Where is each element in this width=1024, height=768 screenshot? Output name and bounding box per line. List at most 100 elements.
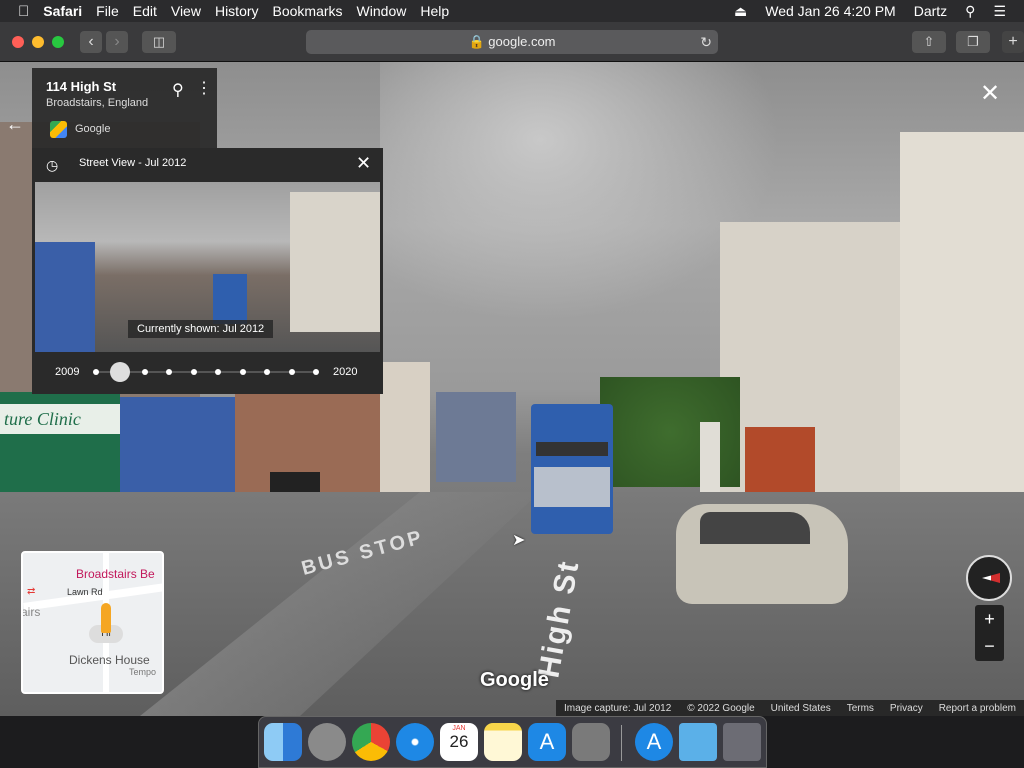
street-view-time-panel: ◷ Street View - Jul 2012 ✕ Currently sho… (32, 148, 383, 394)
timeline-slider[interactable] (93, 362, 319, 382)
mouse-cursor-icon: ➤ (512, 532, 526, 549)
place-subtitle: Broadstairs, England (46, 97, 149, 109)
compass-icon[interactable] (966, 555, 1012, 601)
timeline-tick[interactable] (239, 369, 246, 375)
google-maps-icon (50, 121, 67, 138)
calendar-month: JAN (452, 725, 466, 732)
timeline-tick[interactable] (190, 369, 197, 375)
timeline-handle[interactable] (110, 362, 131, 382)
minimap[interactable]: Broadstairs Be Lawn Rd airs ⇄ Hi Dickens… (21, 551, 164, 694)
war-memorial (700, 422, 720, 492)
map-pin-icon[interactable]: ⚲ (172, 80, 184, 100)
minimap-label-bottom: Dickens House (69, 653, 150, 667)
history-clock-icon[interactable]: ◷ (46, 157, 58, 174)
zoom-controls: + − (975, 605, 1004, 661)
minimap-label-top: Broadstairs Be (76, 567, 155, 581)
eject-icon[interactable]: ⏏ (734, 3, 747, 20)
clock[interactable]: Wed Jan 26 4:20 PM (765, 3, 895, 19)
url-text: google.com (488, 34, 556, 49)
minimap-label-left: airs (21, 605, 41, 619)
white-building (380, 362, 430, 502)
timeline-tick[interactable] (215, 369, 222, 375)
car-windows (700, 512, 810, 544)
system-preferences-icon[interactable] (572, 723, 610, 761)
menu-file[interactable]: File (96, 3, 119, 19)
bus-destination-display (536, 442, 608, 456)
report-problem-link[interactable]: Report a problem (939, 703, 1016, 714)
control-center-icon[interactable]: ☰ (993, 3, 1006, 20)
map-footer: Image capture: Jul 2012 © 2022 Google Un… (556, 700, 1024, 716)
launchpad-icon[interactable] (308, 723, 346, 761)
app-store-icon[interactable]: A (528, 723, 566, 761)
calendar-icon[interactable]: JAN 26 (440, 723, 478, 761)
minimap-label-bottom2: Tempo (129, 667, 157, 677)
dock: JAN 26 A A (258, 716, 767, 768)
menu-bar:  Safari File Edit View History Bookmark… (0, 0, 1024, 22)
close-window-button[interactable] (12, 36, 24, 48)
place-card: 114 High St Broadstairs, England ⚲ ⋮ Goo… (32, 68, 217, 148)
zoom-window-button[interactable] (52, 36, 64, 48)
bus-windscreen (534, 467, 610, 507)
historic-preview-image[interactable]: Currently shown: Jul 2012 (35, 182, 380, 352)
safari-icon[interactable] (396, 723, 434, 761)
menu-app-name[interactable]: Safari (43, 3, 82, 19)
spotlight-search-icon[interactable]: ⚲ (965, 3, 975, 20)
timeline-tick[interactable] (288, 369, 295, 375)
back-button[interactable]: ‹ (80, 31, 102, 53)
terms-link[interactable]: Terms (847, 703, 874, 714)
menu-view[interactable]: View (171, 3, 201, 19)
minimap-road-label: Lawn Rd (67, 587, 103, 597)
downloads-folder-icon[interactable] (679, 723, 717, 761)
timeline-tick[interactable] (313, 369, 319, 375)
menu-help[interactable]: Help (420, 3, 449, 19)
finder-icon[interactable] (264, 723, 302, 761)
google-watermark: Google (480, 669, 549, 691)
currently-shown-label: Currently shown: Jul 2012 (128, 320, 274, 338)
close-time-panel-icon[interactable]: ✕ (356, 153, 371, 174)
timeline-end-year: 2020 (333, 366, 358, 378)
calendar-day: 26 (449, 732, 469, 751)
trash-icon[interactable] (723, 723, 761, 761)
zoom-in-button[interactable]: + (975, 605, 1004, 633)
menu-window[interactable]: Window (357, 3, 407, 19)
right-building-tall (900, 132, 1024, 552)
menu-bookmarks[interactable]: Bookmarks (273, 3, 343, 19)
zoom-out-button[interactable]: − (975, 633, 1004, 661)
preview-bus (213, 274, 247, 324)
rail-icon: ⇄ (27, 586, 36, 597)
reload-icon[interactable]: ↻ (700, 30, 712, 54)
lock-icon: 🔒 (468, 34, 485, 49)
privacy-link[interactable]: Privacy (890, 703, 923, 714)
region-link[interactable]: United States (771, 703, 831, 714)
timeline-start-year: 2009 (55, 366, 80, 378)
menu-history[interactable]: History (215, 3, 259, 19)
browser-toolbar: ‹ › ◫ 🔒 google.com ↻ ⇧ ❐ + (0, 22, 1024, 62)
close-street-view-icon[interactable]: ✕ (980, 82, 1000, 106)
pegman-icon[interactable] (101, 603, 111, 633)
compass-needle (982, 573, 1000, 583)
timeline-tick[interactable] (264, 369, 271, 375)
more-options-icon[interactable]: ⋮ (196, 78, 212, 98)
timeline-tick[interactable] (141, 369, 148, 375)
timeline-tick[interactable] (93, 369, 99, 375)
notes-icon[interactable] (484, 723, 522, 761)
sidebar-toggle-icon[interactable]: ◫ (142, 31, 176, 53)
preview-building (290, 192, 380, 332)
place-source: Google (75, 123, 111, 135)
menu-edit[interactable]: Edit (133, 3, 157, 19)
place-title[interactable]: 114 High St (46, 79, 116, 94)
share-icon[interactable]: ⇧ (912, 31, 946, 53)
dock-separator (621, 725, 622, 761)
chrome-icon[interactable] (352, 723, 390, 761)
address-bar[interactable]: 🔒 google.com ↻ (306, 30, 718, 54)
minimize-window-button[interactable] (32, 36, 44, 48)
app-store-folder-icon[interactable]: A (635, 723, 673, 761)
apple-menu-icon[interactable]:  (18, 3, 29, 20)
forward-button[interactable]: › (106, 31, 128, 53)
timeline-tick[interactable] (166, 369, 173, 375)
scaffold-building (436, 392, 516, 482)
user-name[interactable]: Dartz (914, 3, 947, 19)
tabs-overview-icon[interactable]: ❐ (956, 31, 990, 53)
new-tab-button[interactable]: + (1002, 31, 1024, 53)
back-arrow-icon[interactable]: ← (6, 114, 24, 135)
